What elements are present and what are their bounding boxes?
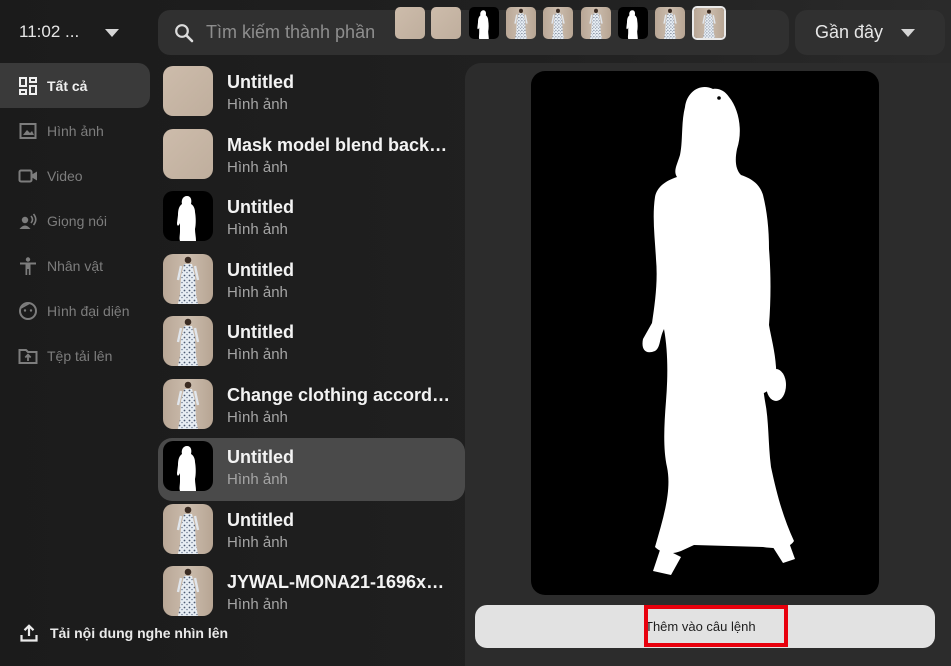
person-icon xyxy=(18,256,38,276)
asset-list-item[interactable]: Untitled Hình ảnh xyxy=(158,313,465,376)
asset-thumbnail xyxy=(163,503,213,554)
asset-type: Hình ảnh xyxy=(227,158,288,176)
asset-list-item[interactable]: JYWAL-MONA21-1696x2544 Hình ảnh xyxy=(158,563,465,618)
voice-icon xyxy=(18,211,38,231)
asset-list: Untitled Hình ảnh Mask model blend backg… xyxy=(158,63,465,618)
asset-type: Hình ảnh xyxy=(227,408,288,426)
asset-thumbnail xyxy=(163,128,213,179)
nav-label: Tất cả xyxy=(47,77,88,94)
sidebar-nav: Tất cả Hình ảnh Video Giọng nói Nhân vật… xyxy=(0,63,155,378)
nav-label: Giọng nói xyxy=(47,212,107,229)
asset-title: Untitled xyxy=(227,447,294,467)
asset-list-item[interactable]: Change clothing according to reference H… xyxy=(158,376,465,439)
asset-list-item[interactable]: Untitled Hình ảnh xyxy=(158,188,465,251)
asset-thumbnail xyxy=(163,253,213,304)
nav-label: Tệp tải lên xyxy=(47,347,113,364)
strip-thumbnail[interactable] xyxy=(655,7,685,39)
upload-icon xyxy=(20,624,38,642)
asset-type: Hình ảnh xyxy=(227,346,288,363)
chevron-down-icon xyxy=(105,29,119,37)
nav-item-all[interactable]: Tất cả xyxy=(0,63,150,108)
dashboard-icon xyxy=(18,76,38,96)
strip-thumbnail[interactable] xyxy=(581,7,611,39)
asset-list-item[interactable]: Untitled Hình ảnh xyxy=(158,501,465,564)
search-input[interactable]: Tìm kiếm thành phần xyxy=(206,22,375,43)
sort-value: Gần đây xyxy=(815,22,884,42)
nav-label: Video xyxy=(47,167,83,184)
asset-title: Untitled xyxy=(227,72,294,92)
nav-label: Hình ảnh xyxy=(47,122,104,139)
nav-item-video[interactable]: Video xyxy=(0,153,155,198)
asset-type: Hình ảnh xyxy=(227,471,288,488)
search-icon xyxy=(175,24,194,43)
face-icon xyxy=(18,301,38,321)
asset-title: Mask model blend background xyxy=(227,134,452,155)
asset-type: Hình ảnh xyxy=(227,283,288,301)
asset-thumbnail xyxy=(163,441,213,491)
strip-thumbnail[interactable] xyxy=(543,7,573,39)
asset-list-item[interactable]: Untitled Hình ảnh xyxy=(158,63,465,126)
asset-thumbnail xyxy=(163,378,213,429)
upload-media-button[interactable]: Tải nội dung nghe nhìn lên xyxy=(20,624,228,642)
asset-thumbnail xyxy=(163,566,213,616)
asset-thumbnail xyxy=(163,66,213,116)
asset-title: Untitled xyxy=(227,259,294,280)
strip-thumbnail[interactable] xyxy=(395,7,425,39)
nav-label: Hình đại diện xyxy=(47,302,130,319)
add-to-prompt-label: Thêm vào câu lệnh xyxy=(645,619,756,634)
upload-media-label: Tải nội dung nghe nhìn lên xyxy=(50,625,229,641)
time-filter-dropdown[interactable]: 11:02 ... xyxy=(0,10,150,54)
asset-title: Untitled xyxy=(227,509,294,530)
folder-upload-icon xyxy=(18,346,38,366)
strip-thumbnail[interactable] xyxy=(506,7,536,39)
video-icon xyxy=(18,166,38,186)
asset-thumbnail xyxy=(163,191,213,241)
strip-thumbnail[interactable] xyxy=(469,7,499,39)
image-icon xyxy=(18,121,38,141)
asset-type: Hình ảnh xyxy=(227,533,288,551)
time-filter-value: 11:02 ... xyxy=(19,22,80,41)
asset-thumbnail xyxy=(163,316,213,366)
preview-mask-image xyxy=(531,71,879,595)
chevron-down-icon xyxy=(901,29,915,37)
nav-item-images[interactable]: Hình ảnh xyxy=(0,108,155,153)
sort-dropdown[interactable]: Gần đây xyxy=(795,10,945,55)
nav-item-uploads[interactable]: Tệp tải lên xyxy=(0,333,155,378)
nav-item-avatars[interactable]: Hình đại diện xyxy=(0,288,155,333)
nav-item-characters[interactable]: Nhân vật xyxy=(0,243,155,288)
nav-item-voice[interactable]: Giọng nói xyxy=(0,198,155,243)
asset-list-item[interactable]: Mask model blend background Hình ảnh xyxy=(158,126,465,189)
asset-title: JYWAL-MONA21-1696x2544 xyxy=(227,572,452,592)
asset-type: Hình ảnh xyxy=(227,596,288,613)
asset-type: Hình ảnh xyxy=(227,221,288,238)
asset-list-item[interactable]: Untitled Hình ảnh xyxy=(158,251,465,314)
asset-title: Untitled xyxy=(227,322,294,342)
add-to-prompt-button[interactable]: Thêm vào câu lệnh xyxy=(475,605,935,648)
asset-title: Untitled xyxy=(227,197,294,217)
asset-type: Hình ảnh xyxy=(227,96,288,113)
strip-thumbnail[interactable] xyxy=(618,7,648,39)
strip-thumbnail-selected[interactable] xyxy=(692,6,726,40)
strip-thumbnail[interactable] xyxy=(431,7,461,39)
asset-list-item[interactable]: Untitled Hình ảnh xyxy=(158,438,465,501)
nav-label: Nhân vật xyxy=(47,257,104,274)
asset-title: Change clothing according to reference xyxy=(227,384,452,405)
